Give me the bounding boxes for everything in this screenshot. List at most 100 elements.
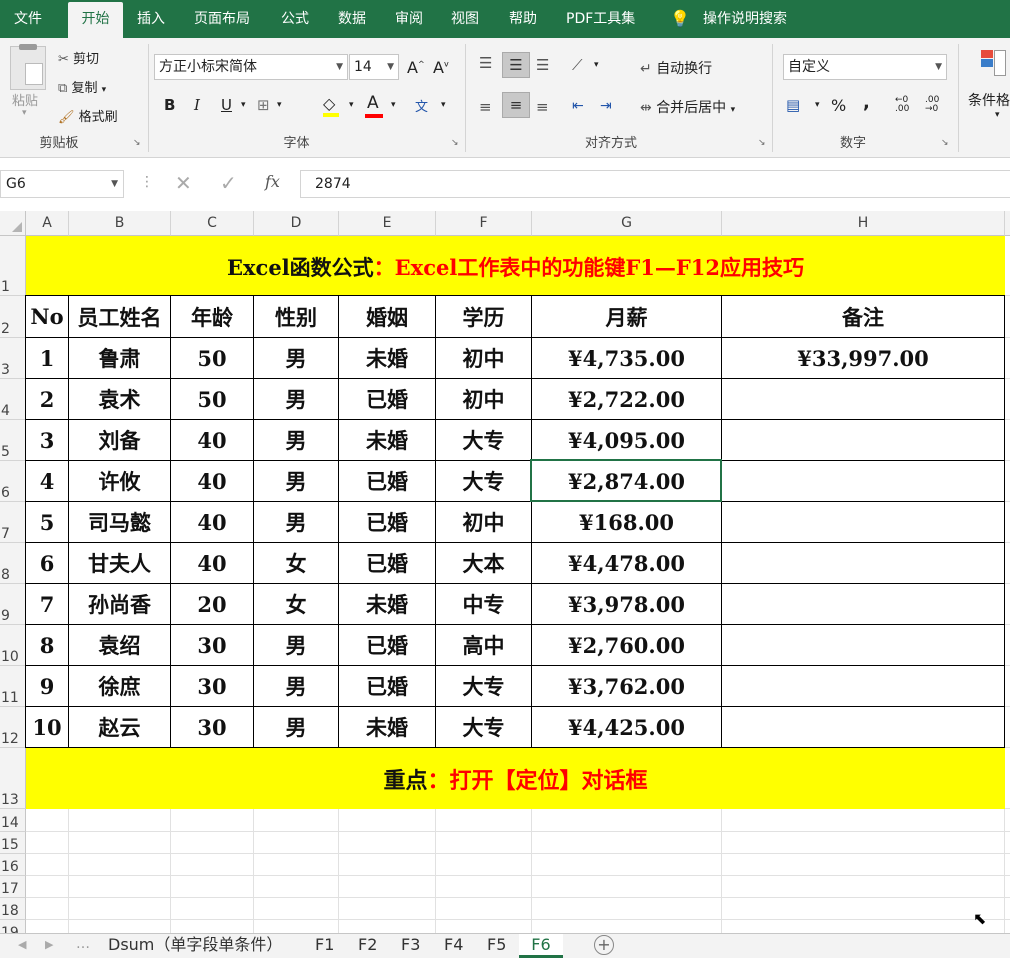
data-cell[interactable] [722, 543, 1004, 583]
select-all-corner[interactable] [0, 211, 26, 236]
font-launcher-icon[interactable]: ↘ [451, 138, 459, 148]
row-header[interactable]: 9 [0, 584, 26, 625]
align-bottom-icon[interactable]: ☰ [536, 56, 549, 74]
data-cell[interactable]: 男 [254, 625, 338, 665]
column-header[interactable]: D [254, 211, 339, 236]
tab-page-layout[interactable]: 页面布局 [194, 0, 250, 38]
data-cell[interactable]: 已婚 [339, 625, 435, 665]
shrink-font-button[interactable]: Av [433, 58, 449, 77]
increase-indent-icon[interactable]: ⇥ [600, 98, 612, 114]
row-header[interactable]: 6 [0, 461, 26, 502]
data-cell[interactable]: 初中 [436, 338, 531, 378]
data-cell[interactable]: 男 [254, 707, 338, 747]
row-header[interactable]: 18 [0, 898, 26, 920]
data-cell[interactable]: 3 [26, 420, 68, 460]
data-cell[interactable]: 男 [254, 666, 338, 706]
row-header[interactable]: 5 [0, 420, 26, 461]
row-header[interactable]: 7 [0, 502, 26, 543]
row-header[interactable]: 2 [0, 296, 26, 338]
orientation-icon[interactable]: ⟋ [572, 56, 583, 74]
data-cell[interactable]: 50 [171, 338, 253, 378]
data-cell[interactable]: 6 [26, 543, 68, 583]
data-cell[interactable]: ¥168.00 [532, 502, 721, 542]
column-header[interactable] [1005, 211, 1010, 236]
row-header[interactable]: 15 [0, 832, 26, 854]
row-header[interactable]: 3 [0, 338, 26, 379]
data-cell[interactable]: 未婚 [339, 707, 435, 747]
borders-dropdown-icon[interactable]: ▾ [277, 100, 282, 110]
data-cell[interactable]: ¥3,762.00 [532, 666, 721, 706]
sheet-tab-f4[interactable]: F4 [436, 934, 471, 958]
scroll-right-icon[interactable]: ▶ [45, 938, 53, 951]
row-header[interactable]: 11 [0, 666, 26, 707]
cond-dropdown-icon[interactable]: ▾ [995, 110, 1000, 120]
data-cell[interactable]: 女 [254, 543, 338, 583]
data-cell[interactable]: 已婚 [339, 666, 435, 706]
data-cell[interactable]: 1 [26, 338, 68, 378]
data-cell[interactable]: 4 [26, 461, 68, 501]
accounting-format-icon[interactable]: ▤ [786, 96, 800, 114]
data-cell[interactable]: 男 [254, 338, 338, 378]
row-header[interactable]: 13 [0, 748, 26, 809]
data-cell[interactable] [722, 461, 1004, 501]
row-header[interactable]: 1 [0, 236, 26, 296]
data-cell[interactable]: 大专 [436, 666, 531, 706]
paste-dropdown-icon[interactable]: ▾ [22, 108, 27, 118]
data-cell[interactable]: 20 [171, 584, 253, 624]
row-header[interactable]: 16 [0, 854, 26, 876]
data-cell[interactable]: 9 [26, 666, 68, 706]
data-cell[interactable]: 许攸 [69, 461, 170, 501]
underline-dropdown-icon[interactable]: ▾ [241, 100, 246, 110]
percent-style-button[interactable]: % [831, 96, 846, 115]
data-cell[interactable] [722, 666, 1004, 706]
increase-decimal-icon[interactable]: ←0.00 [895, 96, 909, 114]
copy-button[interactable]: ⧉ 复制 ▾ [58, 77, 106, 96]
data-cell[interactable]: 50 [171, 379, 253, 419]
data-cell[interactable]: 徐庶 [69, 666, 170, 706]
data-cell[interactable]: 袁绍 [69, 625, 170, 665]
tab-help[interactable]: 帮助 [509, 0, 537, 38]
row-header[interactable]: 12 [0, 707, 26, 748]
data-cell[interactable]: 鲁肃 [69, 338, 170, 378]
paste-button[interactable]: 粘贴 [12, 90, 38, 109]
cancel-entry-icon[interactable]: ✕ [175, 171, 192, 195]
row-header[interactable]: 17 [0, 876, 26, 898]
row-header[interactable]: 19 [0, 920, 26, 933]
data-cell[interactable]: 司马懿 [69, 502, 170, 542]
data-cell[interactable] [722, 420, 1004, 460]
number-format-combo[interactable]: 自定义▼ [783, 54, 947, 80]
data-cell[interactable]: 10 [26, 707, 68, 747]
column-header[interactable]: E [339, 211, 436, 236]
column-header[interactable]: H [722, 211, 1005, 236]
accounting-dropdown-icon[interactable]: ▾ [815, 100, 820, 110]
lightbulb-icon[interactable]: 💡 [670, 0, 690, 38]
column-header[interactable]: B [69, 211, 171, 236]
data-cell[interactable]: 袁术 [69, 379, 170, 419]
data-cell[interactable]: 初中 [436, 502, 531, 542]
data-cell[interactable]: 刘备 [69, 420, 170, 460]
tell-me-search[interactable]: 操作说明搜索 [703, 0, 787, 38]
worksheet-grid[interactable]: ABCDEFGH12345678910111213141516171819Exc… [0, 211, 1010, 933]
align-left-icon[interactable]: ≡ [479, 98, 492, 116]
more-dots-icon[interactable]: ⋮ [140, 174, 154, 190]
formula-input[interactable]: 2874 [300, 170, 1010, 198]
header-cell[interactable]: 备注 [722, 296, 1004, 337]
header-cell[interactable]: 婚姻 [339, 296, 435, 337]
chevron-down-icon[interactable]: ▼ [111, 171, 118, 197]
data-cell[interactable]: 大专 [436, 420, 531, 460]
data-cell[interactable]: 高中 [436, 625, 531, 665]
wrap-text-button[interactable]: ↵ 自动换行 [640, 58, 712, 78]
data-cell[interactable]: 男 [254, 502, 338, 542]
column-header[interactable]: F [436, 211, 532, 236]
underline-button[interactable]: U [221, 96, 232, 114]
data-cell[interactable]: 初中 [436, 379, 531, 419]
cut-button[interactable]: ✂ 剪切 [58, 48, 99, 67]
data-cell[interactable]: 已婚 [339, 461, 435, 501]
data-cell[interactable] [722, 707, 1004, 747]
data-cell[interactable]: 已婚 [339, 379, 435, 419]
tab-file[interactable]: 文件 [14, 0, 42, 38]
phonetic-dropdown-icon[interactable]: ▾ [441, 100, 446, 110]
data-cell[interactable]: ¥4,478.00 [532, 543, 721, 583]
data-cell[interactable]: ¥4,735.00 [532, 338, 721, 378]
data-cell[interactable]: ¥2,760.00 [532, 625, 721, 665]
